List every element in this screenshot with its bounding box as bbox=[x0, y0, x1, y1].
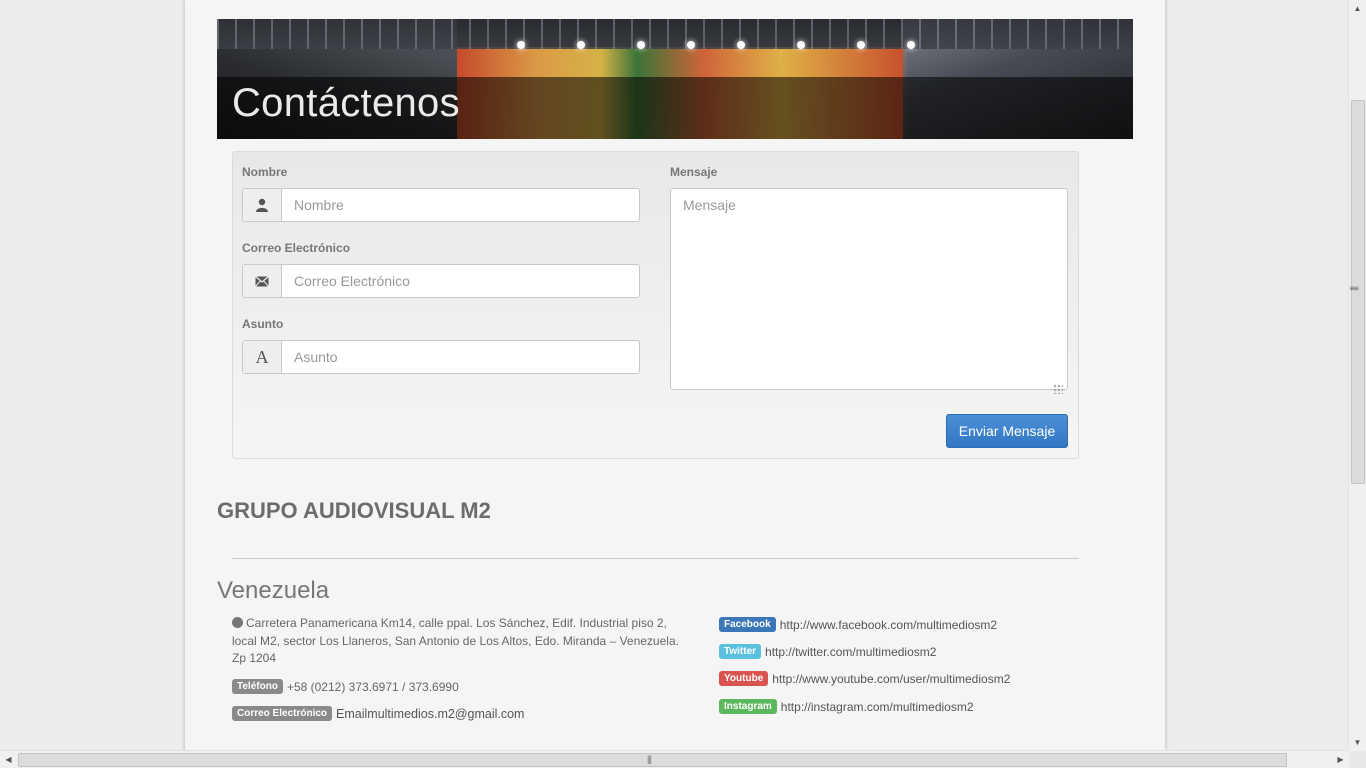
name-input-group bbox=[242, 188, 640, 222]
scroll-down-icon[interactable]: ▼ bbox=[1349, 734, 1366, 751]
scroll-grip-icon: ||| bbox=[647, 754, 652, 764]
page-title: Contáctenos bbox=[232, 81, 460, 125]
phone-badge: Teléfono bbox=[232, 679, 283, 694]
font-icon: A bbox=[243, 341, 282, 373]
message-label: Mensaje bbox=[670, 165, 718, 179]
social-twitter: Twitter http://twitter.com/multimediosm2 bbox=[719, 644, 936, 659]
stage-light bbox=[687, 41, 695, 49]
scrollbar-corner bbox=[1349, 751, 1366, 768]
contact-form: Nombre Correo Electrónico Asunto A Mensa… bbox=[232, 151, 1079, 459]
instagram-badge: Instagram bbox=[719, 699, 777, 714]
envelope-icon bbox=[243, 265, 282, 297]
company-name: GRUPO AUDIOVISUAL M2 bbox=[217, 498, 491, 523]
name-label: Nombre bbox=[242, 165, 288, 179]
vertical-scroll-thumb[interactable]: ||| bbox=[1350, 100, 1365, 484]
stage-light bbox=[857, 41, 865, 49]
textarea-resize-handle[interactable] bbox=[1053, 384, 1063, 394]
email-line: Correo Electrónico Emailmultimedios.m2@g… bbox=[232, 706, 524, 721]
banner-stage-truss bbox=[217, 19, 1133, 49]
email-input[interactable] bbox=[282, 265, 639, 297]
stage-light bbox=[737, 41, 745, 49]
phone-line: Teléfono +58 (0212) 373.6971 / 373.6990 bbox=[232, 679, 459, 694]
horizontal-scroll-thumb[interactable]: ||| bbox=[18, 753, 1287, 767]
social-youtube: Youtube http://www.youtube.com/user/mult… bbox=[719, 671, 1010, 686]
message-textarea[interactable] bbox=[670, 188, 1068, 390]
globe-icon bbox=[232, 617, 243, 628]
email-badge: Correo Electrónico bbox=[232, 706, 333, 721]
youtube-link[interactable]: http://www.youtube.com/user/multimediosm… bbox=[772, 672, 1010, 686]
send-message-button[interactable]: Enviar Mensaje bbox=[946, 414, 1068, 448]
name-input[interactable] bbox=[282, 189, 639, 221]
page-container: Contáctenos Nombre Correo Electrónico As… bbox=[185, 0, 1165, 752]
divider bbox=[232, 558, 1079, 559]
stage-light bbox=[797, 41, 805, 49]
stage-light bbox=[517, 41, 525, 49]
stage-light bbox=[907, 41, 915, 49]
social-facebook: Facebook http://www.facebook.com/multime… bbox=[719, 617, 997, 632]
twitter-badge: Twitter bbox=[719, 644, 762, 659]
email-address: Emailmultimedios.m2@gmail.com bbox=[336, 706, 525, 721]
address-text: Carretera Panamericana Km14, calle ppal.… bbox=[232, 616, 679, 665]
subject-label: Asunto bbox=[242, 317, 284, 331]
facebook-link[interactable]: http://www.facebook.com/multimediosm2 bbox=[780, 618, 997, 632]
stage-light bbox=[637, 41, 645, 49]
scroll-left-icon[interactable]: ◀ bbox=[0, 751, 17, 768]
vertical-scrollbar[interactable]: ▲ ||| ▼ bbox=[1348, 0, 1366, 751]
scroll-right-icon[interactable]: ▶ bbox=[1332, 751, 1349, 768]
youtube-badge: Youtube bbox=[719, 671, 769, 686]
subject-input[interactable] bbox=[282, 341, 639, 373]
address-block: Carretera Panamericana Km14, calle ppal.… bbox=[232, 615, 692, 668]
email-input-group bbox=[242, 264, 640, 298]
country-heading: Venezuela bbox=[217, 577, 330, 604]
scroll-up-icon[interactable]: ▲ bbox=[1349, 0, 1366, 17]
facebook-badge: Facebook bbox=[719, 617, 776, 632]
subject-input-group: A bbox=[242, 340, 640, 374]
stage-light bbox=[577, 41, 585, 49]
scroll-grip-icon: ||| bbox=[1350, 285, 1361, 291]
phone-number: +58 (0212) 373.6971 / 373.6990 bbox=[286, 679, 459, 694]
email-label: Correo Electrónico bbox=[242, 241, 351, 255]
user-icon bbox=[243, 189, 282, 221]
twitter-link[interactable]: http://twitter.com/multimediosm2 bbox=[765, 645, 936, 659]
contact-banner: Contáctenos bbox=[217, 19, 1133, 139]
instagram-link[interactable]: http://instagram.com/multimediosm2 bbox=[781, 700, 974, 714]
horizontal-scrollbar[interactable]: ◀ ||| ▶ bbox=[0, 750, 1349, 768]
social-instagram: Instagram http://instagram.com/multimedi… bbox=[719, 699, 974, 714]
